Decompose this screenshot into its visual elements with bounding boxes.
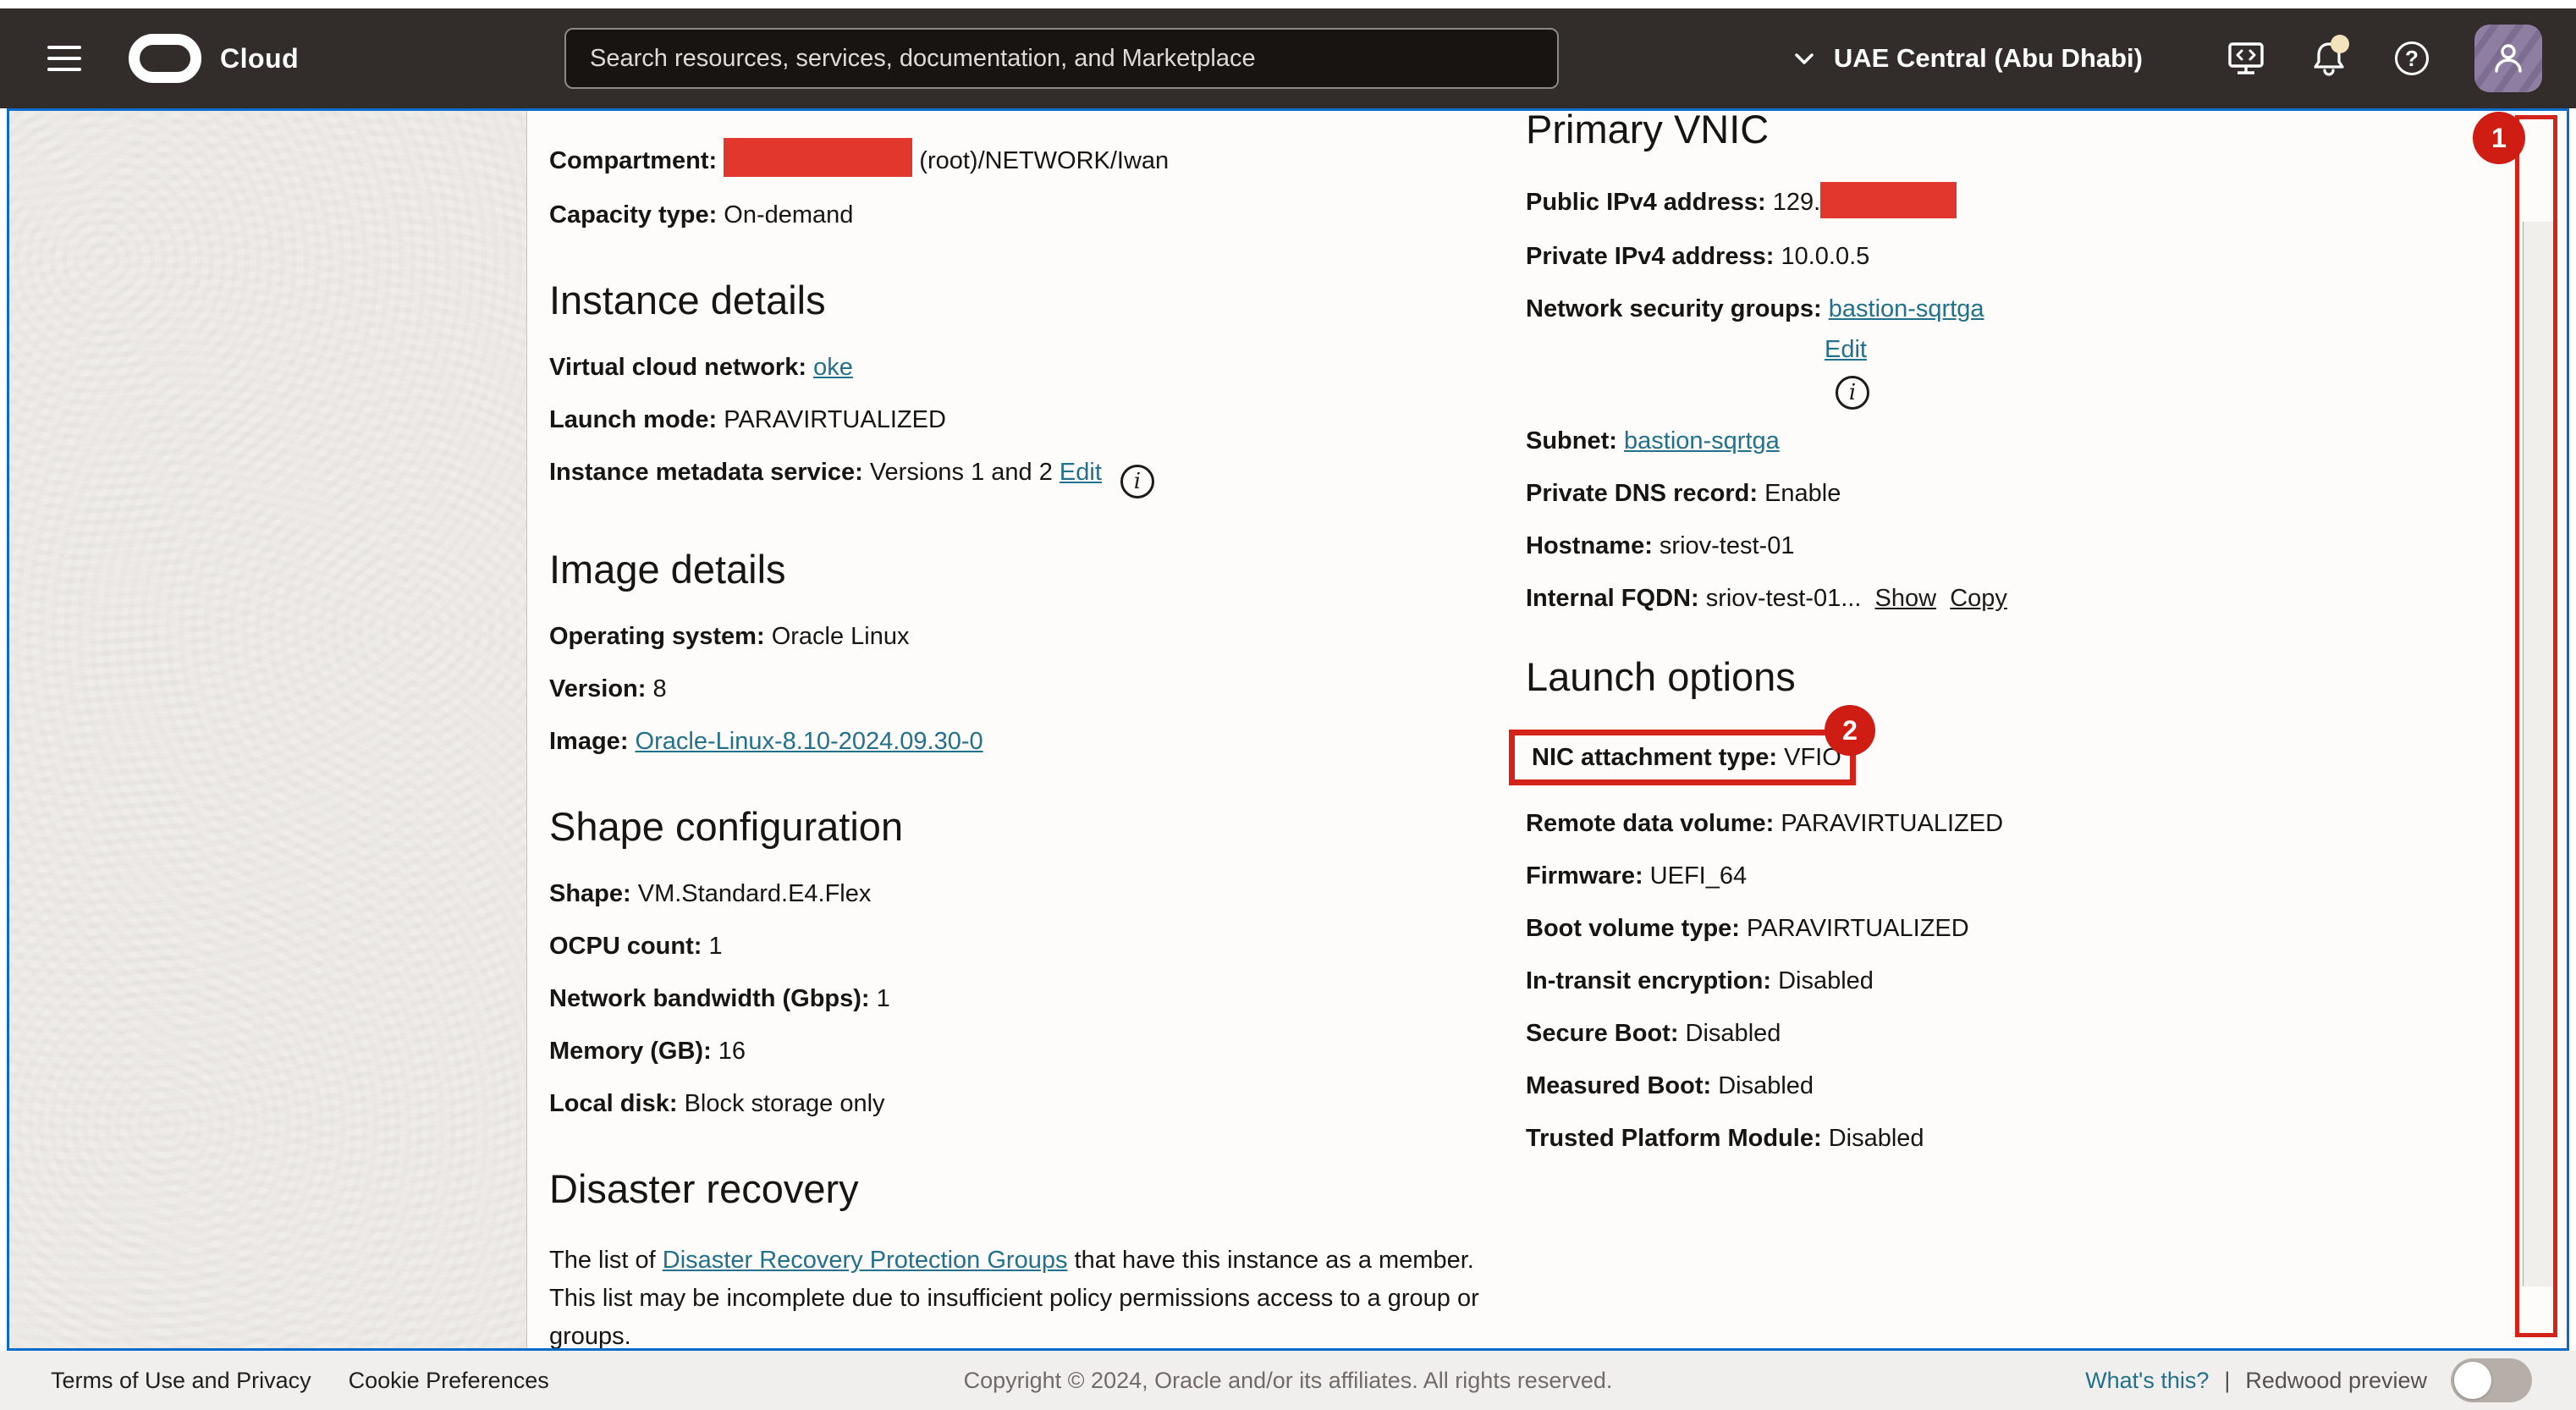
person-icon bbox=[2489, 39, 2528, 78]
info-icon[interactable]: i bbox=[1120, 465, 1154, 498]
field-nic-attachment-type: NIC attachment type: VFIO bbox=[1532, 743, 1850, 772]
nsg-edit-link[interactable]: Edit bbox=[1825, 336, 1867, 363]
field-local-disk: Local disk: Block storage only bbox=[549, 1089, 1505, 1118]
section-title-disaster-recovery: Disaster recovery bbox=[549, 1165, 1505, 1213]
whats-this-link[interactable]: What's this? bbox=[2085, 1368, 2209, 1394]
region-label: UAE Central (Abu Dhabi) bbox=[1834, 43, 2143, 74]
footer-bar: Copyright © 2024, Oracle and/or its affi… bbox=[0, 1351, 2576, 1410]
nsg-edit-row: Edit bbox=[1825, 335, 2516, 364]
field-in-transit-encryption: In-transit encryption: Disabled bbox=[1526, 967, 2516, 995]
search-input[interactable] bbox=[564, 28, 1559, 89]
field-secure-boot: Secure Boot: Disabled bbox=[1526, 1019, 2516, 1048]
section-title-instance-details: Instance details bbox=[549, 277, 1505, 324]
field-measured-boot: Measured Boot: Disabled bbox=[1526, 1071, 2516, 1100]
annotation-badge-2: 2 bbox=[1825, 705, 1875, 756]
metadata-edit-link[interactable]: Edit bbox=[1060, 459, 1102, 486]
nsg-link[interactable]: bastion-sqrtga bbox=[1829, 295, 1984, 322]
field-version: Version: 8 bbox=[549, 675, 1505, 703]
field-shape: Shape: VM.Standard.E4.Flex bbox=[549, 879, 1505, 908]
chevron-down-icon bbox=[1790, 44, 1819, 73]
main-content-area: Compartment: (root)/NETWORK/Iwan Capacit… bbox=[7, 108, 2569, 1351]
field-memory: Memory (GB): 16 bbox=[549, 1037, 1505, 1066]
field-operating-system: Operating system: Oracle Linux bbox=[549, 622, 1505, 651]
nsg-info-row: i bbox=[1836, 369, 2516, 410]
field-private-dns-record: Private DNS record: Enable bbox=[1526, 479, 2516, 508]
cloud-shell-icon[interactable] bbox=[2224, 36, 2268, 80]
cookie-preferences-link[interactable]: Cookie Preferences bbox=[349, 1368, 549, 1394]
field-internal-fqdn: Internal FQDN: sriov-test-01... Show Cop… bbox=[1526, 584, 2516, 613]
help-icon[interactable]: ? bbox=[2390, 36, 2434, 80]
annotation-badge-1: 1 bbox=[2473, 112, 2525, 164]
background-texture-panel bbox=[9, 111, 527, 1348]
field-boot-volume-type: Boot volume type: PARAVIRTUALIZED bbox=[1526, 914, 2516, 943]
subnet-link[interactable]: bastion-sqrtga bbox=[1624, 427, 1780, 454]
user-avatar[interactable] bbox=[2474, 25, 2542, 92]
field-private-ipv4: Private IPv4 address: 10.0.0.5 bbox=[1526, 242, 2516, 271]
vertical-scrollbar[interactable] bbox=[2523, 222, 2557, 1286]
section-title-launch-options: Launch options bbox=[1526, 653, 2516, 701]
disaster-recovery-description: The list of Disaster Recovery Protection… bbox=[549, 1242, 1505, 1351]
info-icon[interactable]: i bbox=[1836, 376, 1869, 410]
toggle-knob bbox=[2454, 1362, 2491, 1399]
field-trusted-platform-module: Trusted Platform Module: Disabled bbox=[1526, 1124, 2516, 1153]
image-link[interactable]: Oracle-Linux-8.10-2024.09.30-0 bbox=[636, 728, 983, 755]
footer-divider: | bbox=[2224, 1368, 2230, 1394]
brand-label: Cloud bbox=[220, 43, 299, 74]
fqdn-show-link[interactable]: Show bbox=[1875, 585, 1937, 612]
field-vcn: Virtual cloud network: oke bbox=[549, 353, 1505, 382]
fqdn-copy-link[interactable]: Copy bbox=[1950, 585, 2007, 612]
field-capacity-type: Capacity type: On-demand bbox=[549, 201, 1505, 229]
notifications-bell-icon[interactable] bbox=[2307, 36, 2351, 80]
vcn-link[interactable]: oke bbox=[813, 354, 853, 381]
oracle-logo-icon[interactable] bbox=[129, 34, 201, 83]
redacted-value bbox=[1820, 182, 1957, 218]
details-left-column: Compartment: (root)/NETWORK/Iwan Capacit… bbox=[549, 111, 1505, 1348]
top-nav-bar: Cloud UAE Central (Abu Dhabi) bbox=[0, 8, 2576, 108]
drpg-link[interactable]: Disaster Recovery Protection Groups bbox=[663, 1247, 1068, 1274]
terms-link[interactable]: Terms of Use and Privacy bbox=[51, 1368, 311, 1394]
region-selector[interactable]: UAE Central (Abu Dhabi) bbox=[1790, 43, 2143, 74]
section-title-image-details: Image details bbox=[549, 546, 1505, 593]
field-network-bandwidth: Network bandwidth (Gbps): 1 bbox=[549, 984, 1505, 1013]
field-instance-metadata-service: Instance metadata service: Versions 1 an… bbox=[549, 458, 1505, 498]
section-title-primary-vnic: Primary VNIC bbox=[1526, 108, 2516, 153]
redwood-preview-label: Redwood preview bbox=[2245, 1368, 2427, 1394]
section-title-shape-configuration: Shape configuration bbox=[549, 803, 1505, 851]
redacted-value bbox=[724, 138, 912, 177]
field-hostname: Hostname: sriov-test-01 bbox=[1526, 532, 2516, 560]
field-compartment: Compartment: (root)/NETWORK/Iwan bbox=[549, 138, 1505, 177]
field-launch-mode: Launch mode: PARAVIRTUALIZED bbox=[549, 405, 1505, 434]
field-public-ipv4: Public IPv4 address: 129. bbox=[1526, 182, 2516, 218]
details-right-column: Primary VNIC Public IPv4 address: 129. P… bbox=[1526, 111, 2516, 1348]
annotation-rect-nic: NIC attachment type: VFIO 2 bbox=[1509, 730, 1856, 785]
field-remote-data-volume: Remote data volume: PARAVIRTUALIZED bbox=[1526, 809, 2516, 838]
field-subnet: Subnet: bastion-sqrtga bbox=[1526, 427, 2516, 455]
field-image: Image: Oracle-Linux-8.10-2024.09.30-0 bbox=[549, 727, 1505, 756]
field-firmware: Firmware: UEFI_64 bbox=[1526, 862, 2516, 890]
field-ocpu-count: OCPU count: 1 bbox=[549, 932, 1505, 961]
notification-badge bbox=[2331, 35, 2349, 53]
field-network-security-groups: Network security groups: bastion-sqrtga bbox=[1526, 295, 2516, 323]
hamburger-menu-icon[interactable] bbox=[47, 46, 81, 71]
redwood-preview-toggle[interactable] bbox=[2451, 1358, 2532, 1402]
